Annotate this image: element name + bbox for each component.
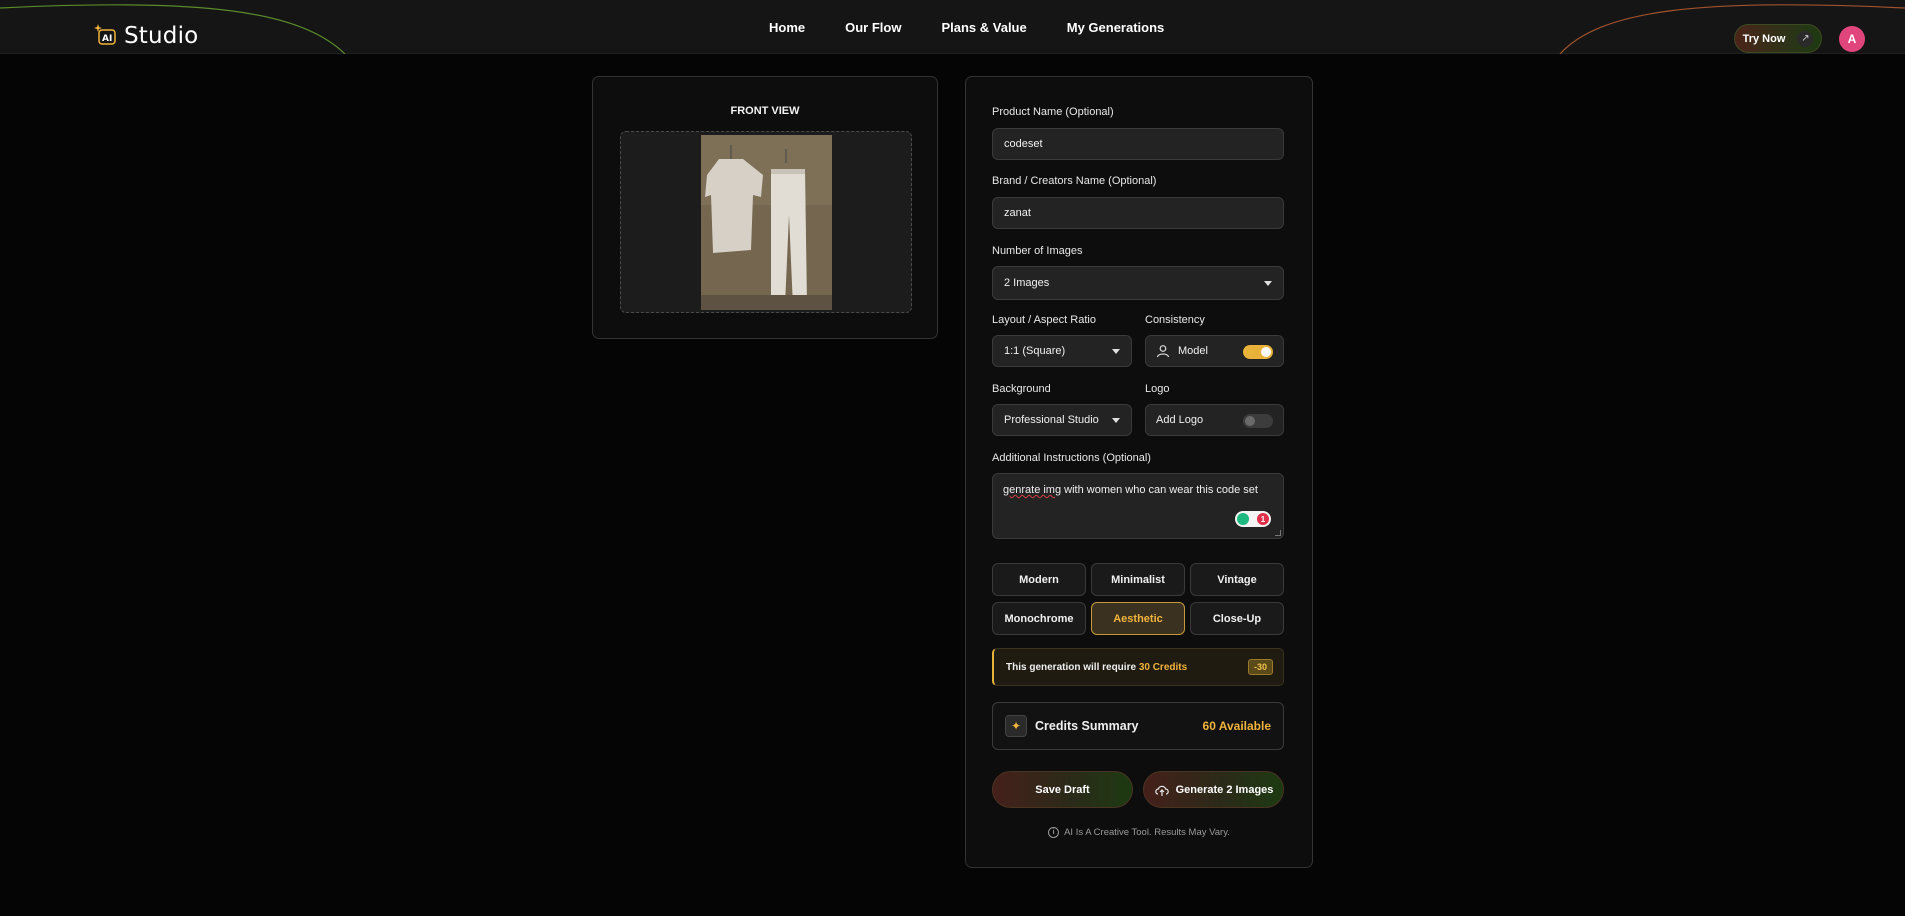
disclaimer: i AI Is A Creative Tool. Results May Var… <box>966 827 1312 838</box>
nav-my-generations[interactable]: My Generations <box>1067 20 1165 35</box>
arrow-up-right-icon: ↗ <box>1797 30 1814 47</box>
logo-label: Logo <box>1145 383 1170 395</box>
brand-name-label: Brand / Creators Name (Optional) <box>992 175 1157 187</box>
disclaimer-text: AI Is A Creative Tool. Results May Vary. <box>1064 827 1230 838</box>
style-close-up-button[interactable]: Close-Up <box>1190 602 1284 635</box>
logo-option: Add Logo <box>1145 404 1284 436</box>
background-value: Professional Studio <box>1004 414 1099 426</box>
consistency-toggle[interactable] <box>1243 345 1273 359</box>
grammar-checker-badge[interactable]: 1 <box>1235 511 1271 527</box>
credit-note-amount: 30 Credits <box>1138 661 1188 673</box>
front-view-title: FRONT VIEW <box>730 105 800 117</box>
save-draft-label: Save Draft <box>1035 783 1090 796</box>
toggle-knob <box>1261 347 1271 357</box>
credit-requirement-note: This generation will require 30 Credits … <box>992 648 1284 686</box>
layout-select[interactable]: 1:1 (Square) <box>992 335 1132 367</box>
try-now-label: Try Now <box>1742 32 1786 45</box>
caret-down-icon <box>1264 280 1272 286</box>
brand-name-input[interactable]: zanat <box>992 197 1284 229</box>
instructions-label: Additional Instructions (Optional) <box>992 452 1151 464</box>
consistency-option-label: Model <box>1178 345 1208 357</box>
style-modern-button[interactable]: Modern <box>992 563 1086 596</box>
credits-available: 60 Available <box>1202 719 1271 733</box>
logo-option-label: Add Logo <box>1156 414 1204 426</box>
credits-summary-title: Credits Summary <box>1035 719 1139 733</box>
product-name-input[interactable]: codeset <box>992 128 1284 160</box>
user-icon <box>1156 345 1170 358</box>
front-view-panel: FRONT VIEW <box>592 76 938 339</box>
layout-value: 1:1 (Square) <box>1004 345 1066 357</box>
try-now-button[interactable]: Try Now ↗ <box>1734 24 1822 53</box>
studio-logo[interactable]: AI Studio <box>94 22 198 50</box>
generation-form: Product Name (Optional) codeset Brand / … <box>965 76 1313 868</box>
credit-note-prefix: This generation will require <box>1006 661 1139 673</box>
product-image <box>701 135 832 310</box>
credits-summary-left: ✦ Credits Summary <box>1005 715 1139 737</box>
generate-images-button[interactable]: Generate 2 Images <box>1143 771 1284 808</box>
number-of-images-value: 2 Images <box>1004 277 1050 289</box>
info-icon: i <box>1048 827 1060 838</box>
nav-plans-value[interactable]: Plans & Value <box>941 20 1026 35</box>
toggle-knob <box>1245 416 1255 426</box>
top-navbar: AI Studio Home Our Flow Plans & Value My… <box>0 0 1905 54</box>
nav-home[interactable]: Home <box>769 20 805 35</box>
resize-handle-icon[interactable] <box>1275 530 1281 536</box>
generate-images-label: Generate 2 Images <box>1175 783 1274 796</box>
logo-text: Studio <box>124 23 199 49</box>
number-of-images-select[interactable]: 2 Images <box>992 266 1284 300</box>
logo-toggle[interactable] <box>1243 414 1273 428</box>
style-monochrome-button[interactable]: Monochrome <box>992 602 1086 635</box>
ai-sparkle-icon: AI <box>94 22 120 50</box>
save-draft-button[interactable]: Save Draft <box>992 771 1133 808</box>
credits-summary[interactable]: ✦ Credits Summary 60 Available <box>992 702 1284 750</box>
main-nav: Home Our Flow Plans & Value My Generatio… <box>769 20 1164 35</box>
number-of-images-label: Number of Images <box>992 245 1083 257</box>
product-name-label: Product Name (Optional) <box>992 106 1114 118</box>
grammar-icon <box>1237 513 1249 525</box>
cloud-upload-icon <box>1154 785 1169 796</box>
credit-cost-chip: -30 <box>1247 659 1273 675</box>
sparkle-icon: ✦ <box>1005 715 1027 737</box>
logo-badge-text: AI <box>102 34 112 44</box>
background-select[interactable]: Professional Studio <box>992 404 1132 436</box>
image-drop-zone[interactable] <box>620 131 912 313</box>
consistency-label: Consistency <box>1145 314 1205 326</box>
instructions-text: with women who can wear this code set <box>1061 484 1258 496</box>
consistency-option: Model <box>1145 335 1284 367</box>
background-label: Background <box>992 383 1051 395</box>
style-minimalist-button[interactable]: Minimalist <box>1091 563 1185 596</box>
nav-our-flow[interactable]: Our Flow <box>845 20 901 35</box>
caret-down-icon <box>1112 417 1120 423</box>
instructions-textarea[interactable]: genrate img with women who can wear this… <box>992 473 1284 539</box>
grammar-issue-count: 1 <box>1257 513 1269 525</box>
user-avatar[interactable]: A <box>1839 26 1865 52</box>
style-vintage-button[interactable]: Vintage <box>1190 563 1284 596</box>
misspelled-text: genrate img <box>1003 484 1062 496</box>
style-aesthetic-button[interactable]: Aesthetic <box>1091 602 1185 635</box>
credit-note-text: This generation will require 30 Credits <box>1006 662 1187 673</box>
layout-label: Layout / Aspect Ratio <box>992 314 1096 326</box>
caret-down-icon <box>1112 348 1120 354</box>
